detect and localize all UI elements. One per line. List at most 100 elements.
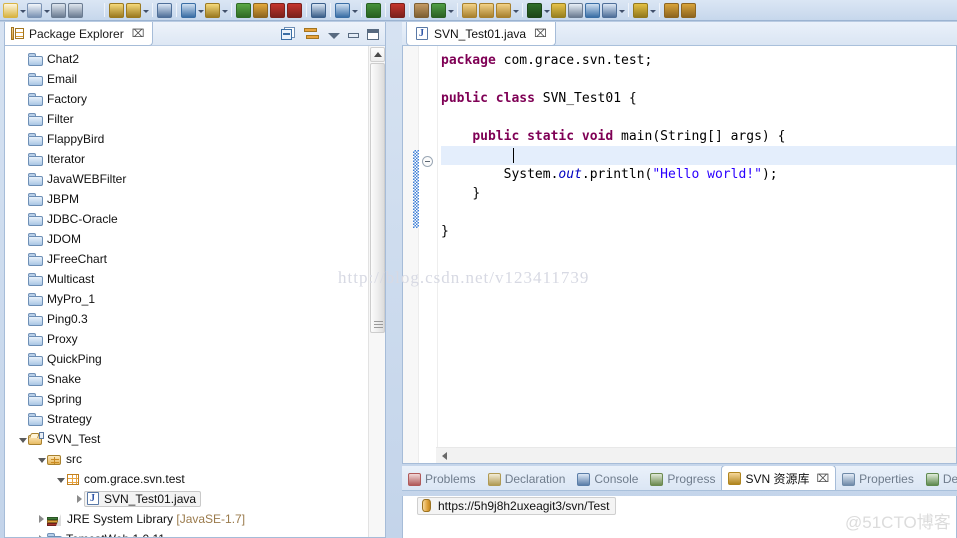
refresh-icon[interactable] bbox=[431, 2, 446, 18]
save-all-icon[interactable] bbox=[68, 2, 83, 18]
tree-item[interactable]: MyPro_1 bbox=[5, 289, 368, 309]
tree-item[interactable]: Filter bbox=[5, 109, 368, 129]
new-java-project-icon[interactable] bbox=[27, 2, 42, 18]
debug-as-icon[interactable] bbox=[181, 2, 196, 18]
chevron-down-icon[interactable] bbox=[351, 3, 358, 18]
tree-item[interactable]: Ping0.3 bbox=[5, 309, 368, 329]
tree-item[interactable]: Spring bbox=[5, 389, 368, 409]
open-type-icon[interactable] bbox=[157, 2, 172, 18]
tree-item[interactable]: Strategy bbox=[5, 409, 368, 429]
project-tree[interactable]: Chat2 Email Factory Filter FlappyBird Iterato… bbox=[5, 49, 368, 537]
print-icon[interactable] bbox=[85, 3, 100, 18]
key-icon[interactable] bbox=[633, 2, 648, 18]
tree-item[interactable]: Chat2 bbox=[5, 49, 368, 69]
source-code[interactable]: package com.grace.svn.test; public class … bbox=[441, 46, 956, 463]
tree-item[interactable]: src bbox=[5, 449, 368, 469]
chevron-down-icon[interactable] bbox=[649, 3, 656, 18]
package-explorer-vertical-scrollbar[interactable] bbox=[368, 46, 385, 537]
tree-item[interactable]: JDBC-Oracle bbox=[5, 209, 368, 229]
external-tools-icon[interactable] bbox=[335, 2, 350, 18]
tree-item[interactable]: JDOM bbox=[5, 229, 368, 249]
server-stop-icon[interactable] bbox=[390, 2, 405, 18]
tree-item[interactable]: Multicast bbox=[5, 269, 368, 289]
chevron-down-icon[interactable] bbox=[512, 3, 519, 18]
new-file-icon[interactable] bbox=[568, 2, 583, 18]
expand-arrow-icon[interactable] bbox=[55, 469, 66, 489]
chevron-down-icon[interactable] bbox=[43, 3, 50, 18]
tag-icon[interactable] bbox=[664, 2, 679, 18]
scroll-up-icon[interactable] bbox=[370, 47, 385, 62]
editor-canvas[interactable]: package com.grace.svn.test; public class … bbox=[402, 46, 957, 464]
collapse-arrow-icon[interactable] bbox=[36, 509, 47, 529]
tab-svn-test01-java[interactable]: J SVN_Test01.java ⌧ bbox=[406, 22, 556, 46]
save-icon[interactable] bbox=[51, 2, 66, 18]
chevron-down-icon[interactable] bbox=[618, 3, 625, 18]
tree-item[interactable]: Factory bbox=[5, 89, 368, 109]
maximize-icon[interactable] bbox=[367, 28, 379, 40]
disconnect-icon[interactable] bbox=[287, 2, 302, 18]
tree-item[interactable]: SVN_Test bbox=[5, 429, 368, 449]
server-start-icon[interactable] bbox=[366, 2, 381, 18]
tree-item[interactable]: JBPM bbox=[5, 189, 368, 209]
run-as-icon[interactable] bbox=[205, 2, 220, 18]
repository-list-item[interactable]: https://5h9j8h2uxeagit3/svn/Test bbox=[417, 496, 956, 515]
tree-item[interactable]: J SVN_Test01.java bbox=[5, 489, 368, 509]
close-icon[interactable]: ⌧ bbox=[816, 472, 829, 485]
editor-folding-ruler[interactable] bbox=[419, 46, 438, 463]
collapse-arrow-icon[interactable] bbox=[36, 529, 47, 537]
bottom-tab-svn[interactable]: SVN 资源库 ⌧ bbox=[721, 466, 837, 490]
bottom-tab-properties[interactable]: Properties bbox=[836, 468, 920, 490]
bottom-tab-problems[interactable]: Problems bbox=[402, 468, 482, 490]
chevron-down-icon[interactable] bbox=[221, 3, 228, 18]
link-with-editor-icon[interactable] bbox=[304, 27, 320, 41]
new-wizard-icon[interactable] bbox=[3, 2, 18, 18]
tree-item[interactable]: Snake bbox=[5, 369, 368, 389]
new-class-icon[interactable] bbox=[585, 2, 600, 18]
selected-tree-item[interactable]: J SVN_Test01.java bbox=[84, 491, 202, 507]
editor-annotation-ruler[interactable] bbox=[403, 46, 422, 463]
expand-arrow-icon[interactable] bbox=[36, 449, 47, 469]
stop-red-icon[interactable] bbox=[270, 2, 285, 18]
tree-item[interactable]: QuickPing bbox=[5, 349, 368, 369]
next-annotation-icon[interactable] bbox=[527, 2, 542, 18]
bottom-tab-console[interactable]: Console bbox=[571, 468, 644, 490]
expand-arrow-icon[interactable] bbox=[17, 429, 28, 449]
tree-item[interactable]: Proxy bbox=[5, 329, 368, 349]
tag-2-icon[interactable] bbox=[681, 2, 696, 18]
minimize-icon[interactable] bbox=[348, 33, 359, 38]
bottom-tab-declaration[interactable]: Declaration bbox=[482, 468, 572, 490]
search-icon[interactable] bbox=[311, 2, 326, 18]
pause-icon[interactable] bbox=[253, 2, 268, 18]
tree-item[interactable]: Iterator bbox=[5, 149, 368, 169]
view-menu-icon[interactable] bbox=[328, 32, 340, 39]
previous-edit-icon[interactable] bbox=[551, 2, 566, 18]
chevron-down-icon[interactable] bbox=[543, 3, 550, 18]
tree-item[interactable]: JavaWEBFilter bbox=[5, 169, 368, 189]
build-all-icon[interactable] bbox=[109, 2, 124, 18]
collapse-all-icon[interactable] bbox=[281, 27, 296, 41]
new-element-icon[interactable] bbox=[602, 2, 617, 18]
tree-item[interactable]: FlappyBird bbox=[5, 129, 368, 149]
chevron-down-icon[interactable] bbox=[142, 3, 149, 18]
tree-item[interactable]: TomcatWeb 1.0.11 bbox=[5, 529, 368, 537]
scrollbar-thumb[interactable] bbox=[370, 63, 385, 333]
collapse-fold-icon[interactable] bbox=[422, 156, 433, 167]
tab-package-explorer[interactable]: Package Explorer ⌧ bbox=[5, 22, 154, 46]
bottom-tab-det[interactable]: Det bbox=[920, 468, 957, 490]
open-folder-icon[interactable] bbox=[462, 2, 477, 18]
tree-item[interactable]: JRE System Library [JavaSE-1.7] bbox=[5, 509, 368, 529]
new-folder-icon[interactable] bbox=[496, 2, 511, 18]
close-icon[interactable]: ⌧ bbox=[132, 27, 145, 40]
build-project-icon[interactable] bbox=[126, 2, 141, 18]
scroll-left-icon[interactable] bbox=[438, 450, 450, 462]
chevron-down-icon[interactable] bbox=[447, 3, 454, 18]
chevron-down-icon[interactable] bbox=[19, 3, 26, 18]
package-icon[interactable] bbox=[414, 2, 429, 18]
chevron-down-icon[interactable] bbox=[197, 3, 204, 18]
svn-repository-view-body[interactable]: https://5h9j8h2uxeagit3/svn/Test bbox=[402, 496, 957, 538]
tree-item[interactable]: Email bbox=[5, 69, 368, 89]
tree-item[interactable]: com.grace.svn.test bbox=[5, 469, 368, 489]
tree-item[interactable]: JFreeChart bbox=[5, 249, 368, 269]
open-folder-2-icon[interactable] bbox=[479, 2, 494, 18]
run-green-icon[interactable] bbox=[236, 2, 251, 18]
